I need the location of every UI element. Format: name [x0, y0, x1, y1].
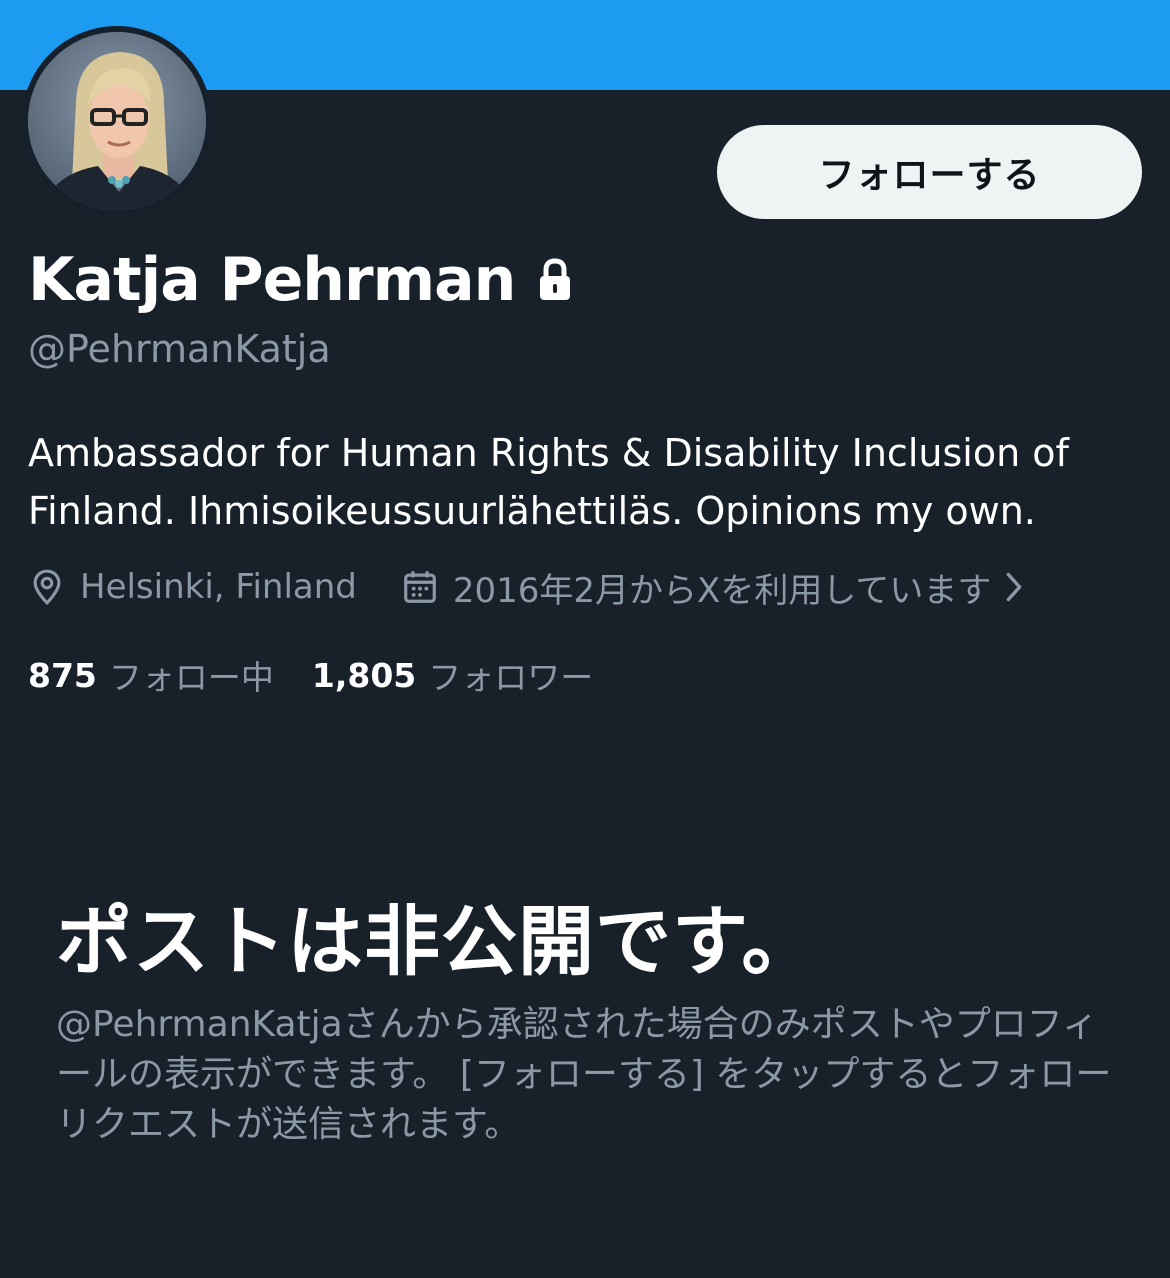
joined-text[interactable]: 2016年2月からXを利用しています [453, 563, 991, 612]
calendar-icon [404, 571, 436, 603]
private-posts-title: ポストは非公開です。 [56, 897, 819, 986]
bio: Ambassador for Human Rights & Disability… [28, 431, 1069, 533]
following-count: 875 [28, 655, 97, 695]
joined-item[interactable]: 2016年2月からXを利用しています [401, 563, 1027, 612]
following-label: フォロー中 [108, 658, 274, 697]
chevron-right-icon[interactable] [1001, 570, 1027, 604]
followers-link[interactable]: 1,805 フォロワー [312, 651, 593, 699]
follow-button[interactable]: フォローする [717, 125, 1142, 219]
private-posts-description: @PehrmanKatjaさんから承認された場合のみポストやプロフィールの表示が… [56, 1004, 1112, 1145]
location-item: Helsinki, Finland [28, 567, 357, 607]
avatar[interactable] [22, 26, 212, 216]
follow-stats: 875 フォロー中 1,805 フォロワー [28, 650, 593, 700]
map-pin-icon [33, 569, 61, 606]
avatar-photo [28, 32, 206, 210]
lock-icon [540, 258, 571, 300]
name-row: Katja Pehrman [28, 240, 573, 320]
followers-label: フォロワー [428, 658, 594, 697]
location-text: Helsinki, Finland [80, 567, 357, 607]
display-name: Katja Pehrman [28, 245, 516, 315]
followers-count: 1,805 [311, 655, 417, 695]
user-handle: @PehrmanKatja [28, 327, 331, 371]
following-link[interactable]: 875 フォロー中 [28, 651, 274, 699]
profile-meta: Helsinki, Finland 2016年2月からXを利用しています [28, 560, 1027, 614]
